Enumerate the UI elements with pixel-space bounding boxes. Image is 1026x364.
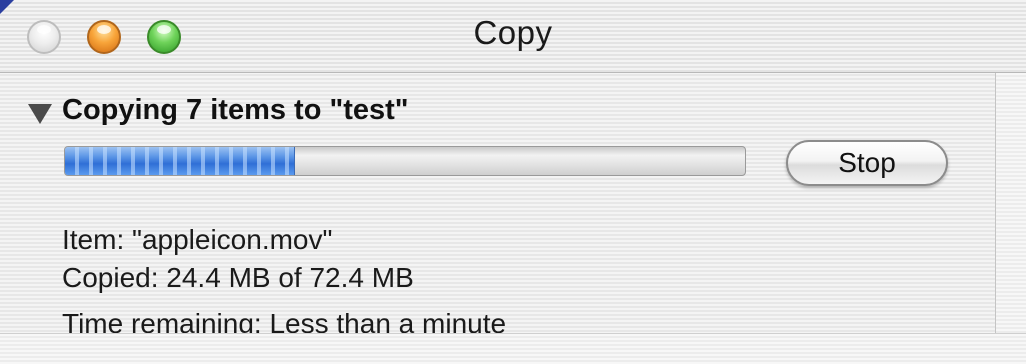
window-bottom-strip [0,333,1026,364]
copied-label: Copied: 24.4 MB of 72.4 MB [62,262,414,293]
progress-bar [64,146,746,176]
item-label: Item: "appleicon.mov" [62,224,333,255]
copy-heading: Copying 7 items to "test" [62,94,409,126]
window-title: Copy [473,14,553,51]
title-bar[interactable]: Copy [0,0,1026,73]
window-corner-mark [0,0,14,14]
copy-window: Copy Copying 7 items to "test" Stop Item… [0,0,1026,364]
triangle-down-icon[interactable] [26,100,54,126]
stop-button[interactable]: Stop [786,140,948,186]
window-right-rail [995,73,1026,333]
progress-fill [65,147,296,175]
